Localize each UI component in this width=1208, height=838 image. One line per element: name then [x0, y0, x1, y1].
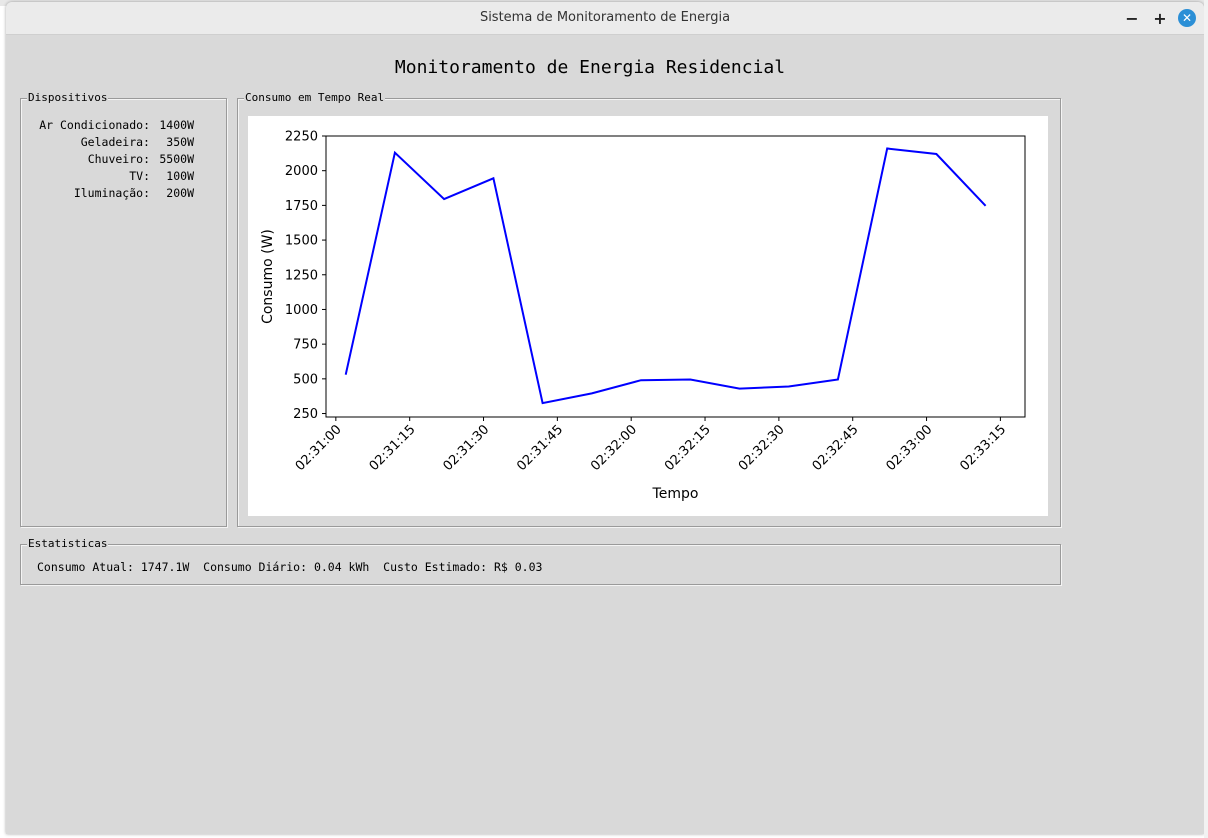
device-name: TV: — [129, 169, 150, 183]
statistics-text: Consumo Atual: 1747.1W Consumo Diário: 0… — [37, 560, 543, 574]
y-tick-label: 2000 — [285, 164, 318, 179]
y-tick-label: 500 — [293, 372, 318, 387]
device-row: Geladeira: 350W — [21, 135, 226, 152]
device-row: Iluminação: 200W — [21, 186, 226, 203]
device-name: Chuveiro: — [87, 152, 150, 166]
device-row: Ar Condicionado: 1400W — [21, 118, 226, 135]
x-tick-label: 02:32:00 — [588, 422, 640, 474]
device-name: Geladeira: — [80, 135, 150, 149]
device-name: Ar Condicionado: — [39, 118, 150, 132]
devices-panel: Dispositivos Ar Condicionado: 1400W Gela… — [20, 91, 227, 527]
device-power: 200W — [166, 186, 194, 200]
device-row: Chuveiro: 5500W — [21, 152, 226, 169]
chart-panel-label: Consumo em Tempo Real — [244, 91, 386, 105]
device-power: 5500W — [159, 152, 194, 166]
consumption-series-line — [344, 147, 987, 405]
device-power: 1400W — [159, 118, 194, 132]
x-tick-label: 02:32:15 — [662, 422, 714, 474]
app-window: Sistema de Monitoramento de Energia − + … — [6, 2, 1204, 834]
x-tick-label: 02:32:45 — [810, 422, 862, 474]
consumption-chart: 250 500 750 1000 1250 1500 1750 2000 2250 02:31:0… — [260, 130, 1026, 502]
x-tick-label: 02:31:15 — [367, 422, 419, 474]
y-tick-label: 2250 — [285, 130, 318, 145]
y-tick-label: 1500 — [285, 234, 318, 249]
x-tick-label: 02:31:45 — [514, 422, 566, 474]
realtime-chart-panel: Consumo em Tempo Real 250 500 750 1000 1250 1… — [237, 91, 1061, 527]
y-tick-label: 1250 — [285, 268, 318, 283]
x-tick-label: 02:32:30 — [736, 422, 788, 474]
plot-canvas: 250 500 750 1000 1250 1500 1750 2000 2250 02:31:0… — [248, 116, 1048, 516]
x-tick-label: 02:33:00 — [883, 422, 935, 474]
page-title: Monitoramento de Energia Residencial — [394, 57, 786, 78]
devices-panel-label: Dispositivos — [27, 91, 109, 105]
x-axis-label: Tempo — [652, 486, 699, 502]
title-bar[interactable]: Sistema de Monitoramento de Energia − + … — [6, 2, 1204, 35]
y-tick-label: 1750 — [285, 199, 318, 214]
window-title: Sistema de Monitoramento de Energia — [479, 10, 731, 25]
statistics-panel-label: Estatisticas — [27, 537, 109, 551]
plot-area-border — [325, 135, 1026, 418]
device-name: Iluminação: — [73, 186, 150, 200]
y-tick-label: 250 — [293, 407, 318, 422]
desktop-edge — [1204, 0, 1208, 838]
device-power: 350W — [166, 135, 194, 149]
maximize-button[interactable]: + — [1151, 9, 1169, 28]
x-tick-label: 02:33:15 — [957, 422, 1009, 474]
device-power: 100W — [166, 169, 194, 183]
y-tick-label: 750 — [293, 338, 318, 353]
x-tick-label: 02:31:00 — [293, 422, 345, 474]
x-tick-label: 02:31:30 — [440, 422, 492, 474]
statistics-panel: Estatisticas Consumo Atual: 1747.1W Cons… — [20, 537, 1061, 585]
minimize-button[interactable]: − — [1123, 9, 1141, 28]
close-button[interactable]: ✕ — [1178, 9, 1196, 27]
y-axis-label: Consumo (W) — [260, 229, 276, 324]
device-row: TV: 100W — [21, 169, 226, 186]
y-tick-label: 1000 — [285, 303, 318, 318]
